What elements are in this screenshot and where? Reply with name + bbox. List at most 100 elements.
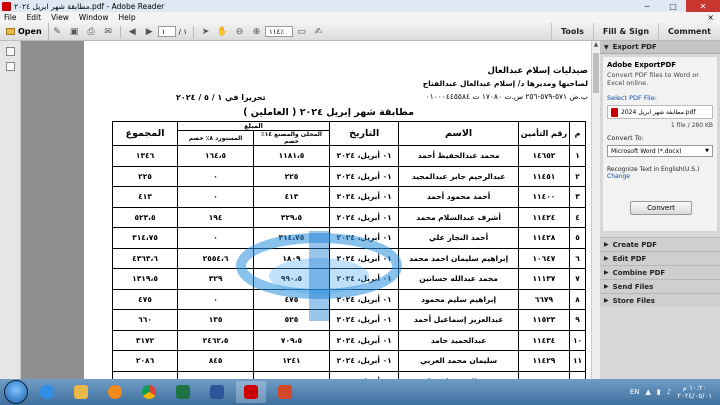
network-icon[interactable]: ▮ — [657, 388, 661, 396]
section-store-files[interactable]: ▶ Store Files — [600, 293, 720, 307]
next-page-icon[interactable]: ▶ — [144, 26, 155, 37]
menu-bar: File Edit View Window Help × — [0, 12, 720, 23]
cell-insurance: ١١١٣٧ — [517, 268, 571, 290]
cell-insurance: ١١٤٢٩ — [517, 350, 571, 372]
create-pdf-icon[interactable]: ✎ — [52, 26, 63, 37]
clock-time: ١٠:٢٠ م — [682, 384, 707, 392]
close-document-icon[interactable]: × — [707, 13, 714, 22]
start-button[interactable] — [4, 380, 28, 404]
menu-window[interactable]: Window — [79, 13, 109, 22]
change-link[interactable]: Change — [607, 173, 713, 180]
taskbar-word[interactable] — [202, 381, 232, 403]
email-icon[interactable]: ✉ — [103, 26, 114, 37]
open-button[interactable]: Open — [0, 23, 49, 40]
col-imported: المستورد ٨٪ خصم — [177, 130, 255, 146]
page-number-input[interactable]: ١ — [157, 26, 176, 37]
cell-name: محمد عبدالله حسانين — [398, 268, 519, 290]
folder-icon — [6, 28, 15, 35]
hand-tool-icon[interactable]: ✋ — [217, 26, 228, 37]
expand-arrow-icon: ▶ — [604, 255, 609, 262]
cell-date: ٠١ أبريل، ٢٠٢٤ — [328, 288, 400, 310]
toolbar-separator — [193, 25, 195, 38]
cell-num: ٤ — [569, 206, 586, 228]
select-tool-icon[interactable]: ➤ — [200, 26, 211, 37]
language-indicator[interactable]: EN — [630, 388, 640, 396]
cell-insurance: ١١٤٥١ — [517, 165, 571, 187]
convert-button[interactable]: Convert — [630, 201, 692, 215]
volume-icon[interactable]: ♪ — [667, 388, 671, 396]
folder-icon — [74, 385, 88, 399]
document-scrollbar[interactable]: ▲ — [591, 41, 600, 379]
cell-name: إبراهيم سليمان احمد محمد — [398, 247, 519, 269]
expand-arrow-icon: ▶ — [604, 241, 609, 248]
taskbar: EN ▲ ▮ ♪ ١٠:٢٠ م ٢٠٢٤/٠٥/٠١ — [0, 379, 720, 405]
scroll-up-icon[interactable]: ▲ — [592, 41, 600, 50]
pages-icon[interactable] — [5, 47, 15, 56]
clock[interactable]: ١٠:٢٠ م ٢٠٢٤/٠٥/٠١ — [677, 384, 712, 400]
cell-local: ٥٥٩،٥ — [253, 370, 330, 379]
cell-local: ٣٢٩،٥ — [253, 206, 330, 228]
excel-icon — [176, 385, 190, 399]
zoom-out-icon[interactable]: ⊖ — [234, 26, 245, 37]
cell-insurance: ١١٤٤٦ — [517, 370, 571, 379]
tray-arrow-icon[interactable]: ▲ — [645, 388, 650, 396]
fit-page-icon[interactable]: ▭ — [296, 26, 307, 37]
cell-num: ١ — [569, 145, 586, 167]
scrollbar-thumb[interactable] — [593, 53, 599, 93]
cell-insurance: ١١٤٢٨ — [517, 227, 571, 249]
clock-date: ٢٠٢٤/٠٥/٠١ — [677, 392, 712, 400]
taskbar-powerpoint[interactable] — [270, 381, 300, 403]
maximize-button[interactable]: □ — [660, 0, 686, 12]
zoom-level-input[interactable]: ١١٤٪ — [265, 26, 294, 37]
cell-insurance: ٦٦٧٩ — [517, 288, 571, 310]
col-insurance: رقم التأمين — [517, 121, 571, 146]
taskbar-explorer[interactable] — [66, 381, 96, 403]
section-edit-pdf[interactable]: ▶ Edit PDF — [600, 251, 720, 265]
cell-date: ٠١ أبريل، ٢٠٢٤ — [328, 145, 400, 167]
save-icon[interactable]: ▣ — [69, 26, 80, 37]
taskbar-excel[interactable] — [168, 381, 198, 403]
expand-arrow-icon: ▶ — [604, 283, 609, 290]
cell-insurance: ١٤٦٥٢ — [517, 145, 571, 167]
section-send-files[interactable]: ▶ Send Files — [600, 279, 720, 293]
cell-imported: ١٩٤ — [177, 206, 255, 228]
tab-fill-sign[interactable]: Fill & Sign — [592, 23, 658, 40]
word-icon — [210, 385, 224, 399]
convert-format-select[interactable]: Microsoft Word (*.docx) ▼ — [607, 145, 713, 157]
cell-local: ٢٢٥ — [253, 165, 330, 187]
pdf-page: صيدليات إسلام عبدالعال لصاحبها ومديرها د… — [84, 41, 591, 379]
col-amount-group: المبلغ — [177, 121, 330, 131]
export-pdf-header[interactable]: ▼ Export PDF — [600, 41, 720, 54]
taskbar-chrome[interactable] — [134, 381, 164, 403]
taskbar-ie[interactable] — [32, 381, 62, 403]
cell-name: عبدالحميد حامد — [398, 329, 519, 351]
cell-name: محمد السيد علي عامر — [398, 370, 519, 379]
cell-name: عبدالعزيز إسماعيل أحمد — [398, 309, 519, 331]
comment-icon[interactable]: ✍ — [313, 26, 324, 37]
previous-page-icon[interactable]: ◀ — [127, 26, 138, 37]
section-create-pdf[interactable]: ▶ Create PDF — [600, 237, 720, 251]
attachments-icon[interactable] — [5, 62, 15, 71]
cell-num: ٧ — [569, 268, 586, 290]
cell-num: ٥ — [569, 227, 586, 249]
tab-comment[interactable]: Comment — [658, 23, 720, 40]
section-combine-pdf[interactable]: ▶ Combine PDF — [600, 265, 720, 279]
menu-file[interactable]: File — [4, 13, 17, 22]
export-pdf-label: Export PDF — [612, 43, 657, 51]
cell-imported: ٢٥٥٤،٦ — [177, 247, 255, 269]
taskbar-media[interactable] — [100, 381, 130, 403]
menu-edit[interactable]: Edit — [27, 13, 42, 22]
toolbar: Open ✎ ▣ ⎙ ✉ ◀ ▶ ١ / ١ ➤ ✋ ⊖ ⊕ ١١٤٪ ▭ ✍ … — [0, 23, 720, 41]
menu-help[interactable]: Help — [118, 13, 135, 22]
pharmacy-name: صيدليات إسلام عبدالعال — [487, 66, 588, 76]
tab-tools[interactable]: Tools — [550, 23, 593, 40]
close-button[interactable]: ✕ — [686, 0, 720, 12]
selected-file[interactable]: مطابقة شهر ابريل 2024.pdf — [607, 105, 713, 119]
left-navigation-pane — [0, 41, 21, 379]
menu-view[interactable]: View — [51, 13, 69, 22]
cell-imported: ٢٤٦٢،٥ — [177, 329, 255, 351]
taskbar-acrobat[interactable] — [236, 381, 266, 403]
zoom-in-icon[interactable]: ⊕ — [251, 26, 262, 37]
print-icon[interactable]: ⎙ — [86, 26, 97, 37]
minimize-button[interactable]: ─ — [634, 0, 660, 12]
